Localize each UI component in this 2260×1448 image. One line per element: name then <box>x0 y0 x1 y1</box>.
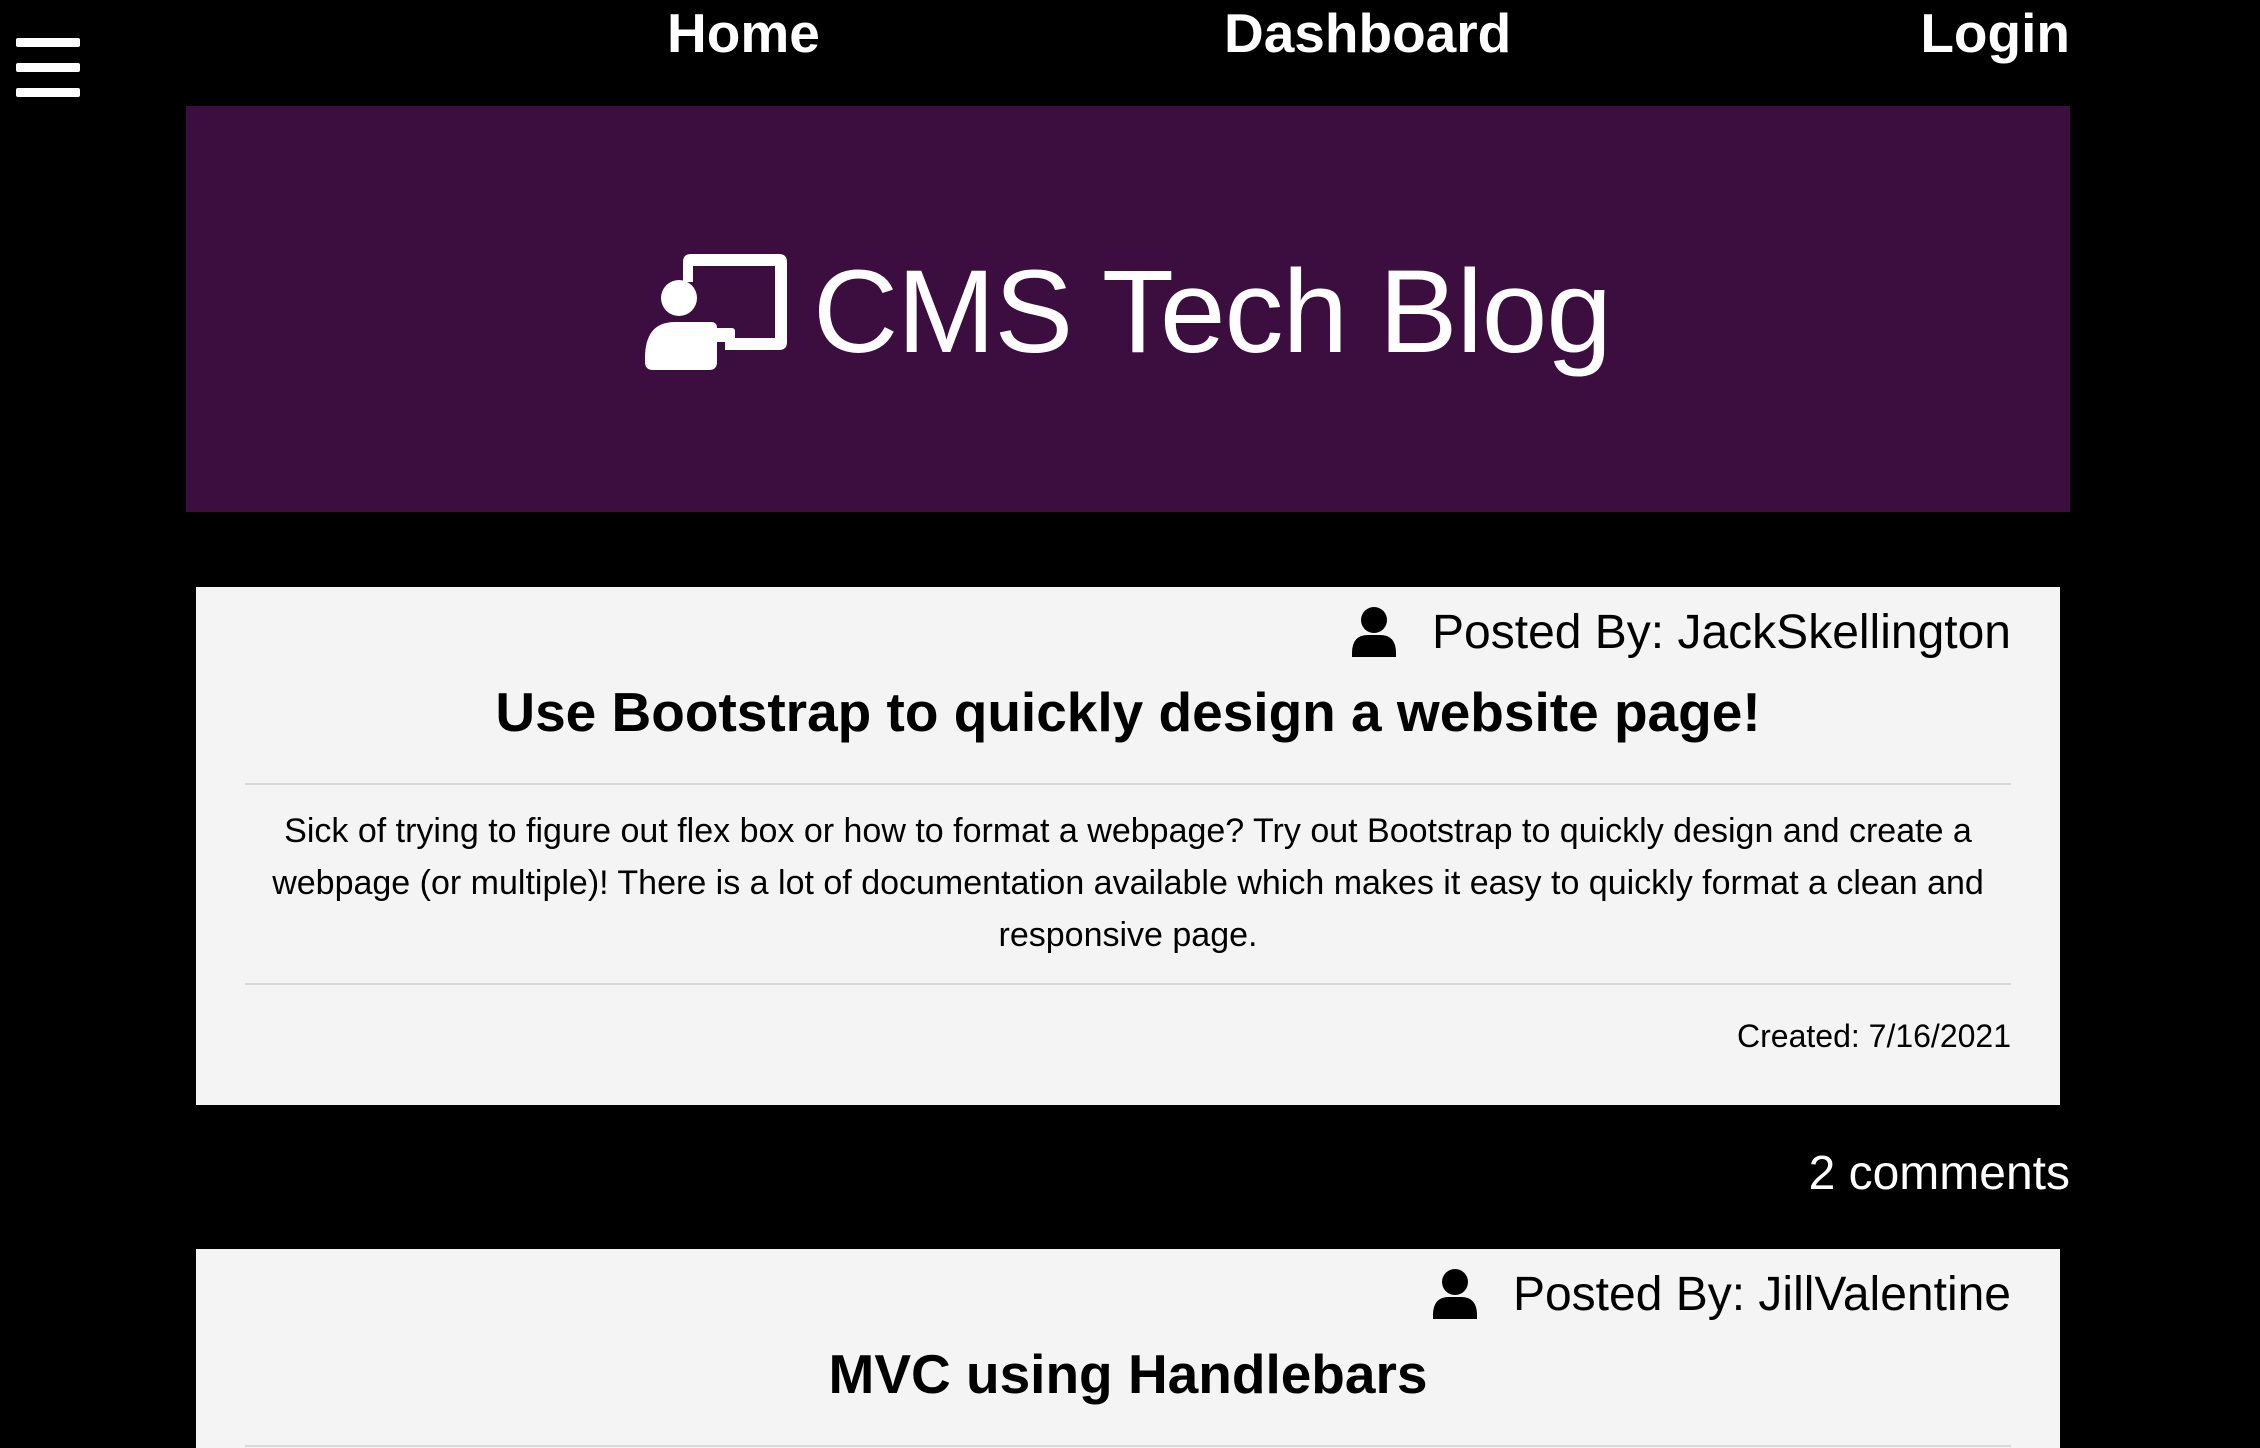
user-icon <box>1352 607 1397 657</box>
post-title[interactable]: MVC using Handlebars <box>245 1339 2011 1409</box>
nav-home-link[interactable]: Home <box>667 2 820 64</box>
post-author-label: Posted By: JillValentine <box>1512 1267 2011 1321</box>
post-card[interactable]: Posted By: JillValentine MVC using Handl… <box>196 1249 2060 1448</box>
comments-count-link[interactable]: 2 comments <box>1809 1144 2070 1204</box>
chalkboard-teacher-icon <box>644 254 787 370</box>
nav-dashboard-link[interactable]: Dashboard <box>1224 2 1511 64</box>
post-body: Sick of trying to figure out flex box or… <box>272 812 1984 954</box>
hamburger-menu-icon[interactable] <box>16 38 80 98</box>
divider <box>245 1445 2011 1447</box>
hero-content: CMS Tech Blog <box>644 246 1612 378</box>
post-author-label: Posted By: JackSkellington <box>1432 605 2011 659</box>
post-author: Posted By: JillValentine <box>245 1249 2011 1339</box>
user-icon <box>1432 1269 1477 1319</box>
post-author: Posted By: JackSkellington <box>245 587 2011 677</box>
page: Home Dashboard Login CMS Tech Blog Poste… <box>0 0 2260 1448</box>
post-card[interactable]: Posted By: JackSkellington Use Bootstrap… <box>196 587 2060 1105</box>
post-title[interactable]: Use Bootstrap to quickly design a websit… <box>245 677 2011 747</box>
site-title: CMS Tech Blog <box>812 246 1612 378</box>
hero-banner: CMS Tech Blog <box>186 106 2070 512</box>
post-created-date: Created: 7/16/2021 <box>1737 1018 2011 1054</box>
nav-login-link[interactable]: Login <box>1920 2 2070 64</box>
